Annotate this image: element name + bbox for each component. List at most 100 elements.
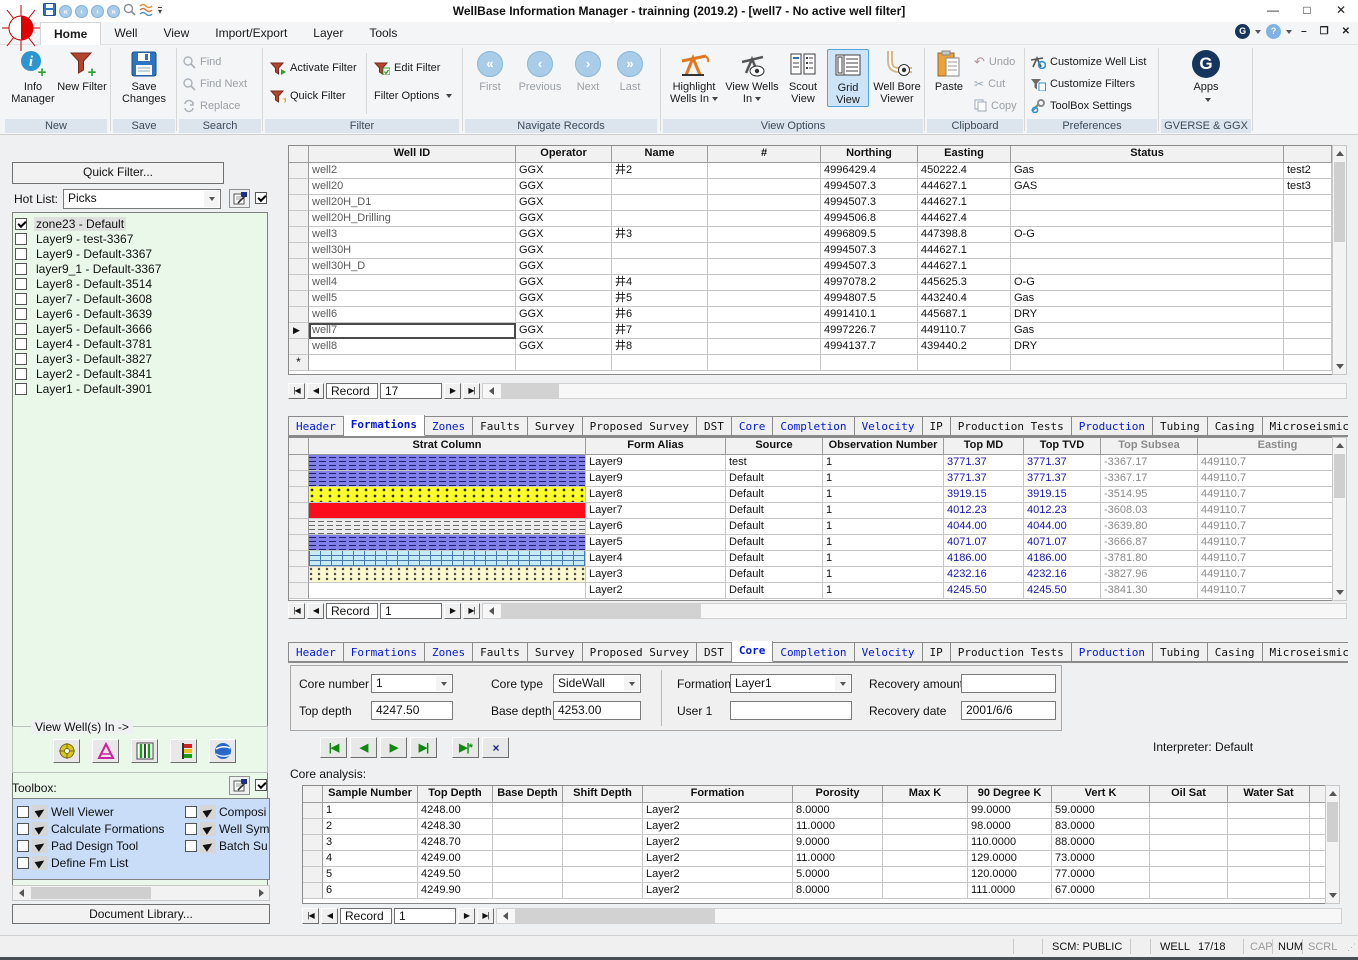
cell-form-alias[interactable]: Layer4 [586, 551, 726, 567]
cell-form-alias[interactable]: Layer8 [586, 487, 726, 503]
cell-water-sat[interactable] [1228, 851, 1310, 867]
cell-extra[interactable] [1284, 227, 1332, 243]
pick-checkbox[interactable] [15, 248, 27, 260]
cell-top-md[interactable]: 4232.16 [944, 567, 1024, 583]
cell-source[interactable]: Default [726, 503, 823, 519]
cell-top-tvd[interactable]: 4012.23 [1024, 503, 1101, 519]
strat-pattern-swatch[interactable] [309, 487, 586, 503]
user1-field[interactable] [730, 701, 852, 720]
cell-easting[interactable]: 444627.1 [918, 195, 1011, 211]
cell-well-id[interactable]: well30H [309, 243, 516, 259]
pick-checkbox[interactable] [15, 308, 27, 320]
next-button[interactable]: › Next [568, 49, 608, 93]
cell-extra[interactable] [1284, 259, 1332, 275]
cell-status[interactable]: GAS [1011, 179, 1284, 195]
cell-top-subsea[interactable]: -3666.87 [1101, 535, 1198, 551]
column-header-top-subsea[interactable]: Top Subsea [1101, 438, 1198, 455]
strat-pattern-swatch[interactable] [309, 503, 586, 519]
hot-list-checkbox[interactable] [255, 192, 267, 204]
cell-gas[interactable] [1310, 883, 1326, 899]
doc-restore-button[interactable]: ❐ [1316, 26, 1333, 37]
cell-extra[interactable] [1284, 339, 1332, 355]
cell-top-depth[interactable]: 4248.00 [418, 803, 493, 819]
cell-status[interactable]: DRY [1011, 339, 1284, 355]
column-header-oil-sat[interactable]: Oil Sat [1150, 786, 1228, 803]
tool-checkbox[interactable] [17, 823, 29, 835]
column-header-base-depth[interactable]: Base Depth [493, 786, 563, 803]
cell-top-md[interactable]: 4012.23 [944, 503, 1024, 519]
cell-max-k[interactable] [883, 803, 968, 819]
cell-easting[interactable]: 445687.1 [918, 307, 1011, 323]
cell-observation[interactable]: 1 [823, 519, 944, 535]
pick-item[interactable]: Layer2 - Default-3841 [15, 366, 265, 381]
cell-shift-depth[interactable] [563, 851, 643, 867]
cell-operator[interactable]: GGX [516, 275, 612, 291]
cell-top-subsea[interactable]: -3639.80 [1101, 519, 1198, 535]
cell-status[interactable]: Gas [1011, 291, 1284, 307]
record-prev-button[interactable]: ◀ [307, 383, 324, 399]
cell-top-depth[interactable]: 4249.90 [418, 883, 493, 899]
cell-base-depth[interactable] [493, 835, 563, 851]
gverse-badge-icon[interactable]: G [1235, 24, 1250, 39]
record-value[interactable]: 1 [394, 908, 456, 924]
row-selector[interactable] [289, 551, 309, 567]
column-header-northing[interactable]: Northing [821, 146, 918, 163]
well-hscrollbar[interactable] [482, 383, 1347, 399]
last-button[interactable]: » Last [610, 49, 650, 93]
column-header-shift-depth[interactable]: Shift Depth [563, 786, 643, 803]
pick-item[interactable]: Layer7 - Default-3608 [15, 291, 265, 306]
gverse-caret-icon[interactable] [1255, 30, 1261, 34]
recovery-date-field[interactable]: 2001/6/6 [961, 701, 1056, 720]
toolbox-hscrollbar[interactable] [12, 885, 270, 901]
core-analysis-row[interactable]: 3 4248.70 Layer2 9.0000 110.0000 88.0000 [303, 835, 1325, 851]
cell-vert-k[interactable]: 73.0000 [1052, 851, 1150, 867]
paste-button[interactable]: Paste [928, 49, 970, 93]
well-row[interactable]: well20H_D1 GGX 4994507.3 444627.1 [289, 195, 1332, 211]
column-header-c-formation[interactable]: Formation [643, 786, 793, 803]
cell-easting[interactable]: 444627.4 [918, 211, 1011, 227]
row-selector[interactable] [289, 471, 309, 487]
detail-tab[interactable]: Production Tests [951, 642, 1072, 662]
cell-vert-k[interactable]: 59.0000 [1052, 803, 1150, 819]
ribbon-tab[interactable]: Layer [300, 22, 356, 45]
cell-name[interactable] [612, 259, 708, 275]
pick-checkbox[interactable] [15, 263, 27, 275]
cell-northing[interactable]: 4994807.5 [821, 291, 918, 307]
cell-base-depth[interactable] [493, 819, 563, 835]
cell-90k[interactable]: 129.0000 [968, 851, 1052, 867]
cell-name[interactable]: 井2 [612, 163, 708, 179]
cell-water-sat[interactable] [1228, 883, 1310, 899]
activate-filter-button[interactable]: Activate Filter [270, 59, 357, 76]
detail-tab[interactable]: Production [1072, 416, 1153, 436]
pick-checkbox[interactable] [15, 338, 27, 350]
record-first-button[interactable]: |◀ [302, 908, 319, 924]
record-next-button[interactable]: ▶ [444, 383, 461, 399]
detail-tab[interactable]: Production Tests [951, 416, 1072, 436]
core-new-button[interactable]: ▶|* [452, 737, 479, 758]
pick-item[interactable]: Layer5 - Default-3666 [15, 321, 265, 336]
core-number-dropdown[interactable]: 1 [371, 674, 453, 693]
toolbox-item[interactable]: Well Sym [185, 820, 269, 837]
cut-button[interactable]: ✂ Cut [974, 75, 1005, 92]
cell-name[interactable] [612, 195, 708, 211]
row-selector[interactable] [303, 835, 323, 851]
formation-row[interactable]: Layer2 Default 1 4245.50 4245.50 -3841.3… [289, 583, 1332, 599]
cell-top-md[interactable]: 3771.37 [944, 471, 1024, 487]
cell-easting[interactable]: 443240.4 [918, 291, 1011, 307]
strat-pattern-swatch[interactable] [309, 471, 586, 487]
cell-top-md[interactable]: 4071.07 [944, 535, 1024, 551]
row-selector[interactable] [289, 163, 309, 179]
detail-tab[interactable]: Velocity [855, 416, 923, 436]
tool-checkbox[interactable] [17, 840, 29, 852]
column-header-name[interactable]: Name [612, 146, 708, 163]
detail-tab[interactable]: Microseismic [1263, 642, 1349, 662]
row-selector[interactable] [303, 803, 323, 819]
core-analysis-row[interactable]: 6 4249.90 Layer2 8.0000 111.0000 67.0000 [303, 883, 1325, 899]
pick-item[interactable]: Layer3 - Default-3827 [15, 351, 265, 366]
cell-observation[interactable]: 1 [823, 503, 944, 519]
cell-status[interactable] [1011, 259, 1284, 275]
column-header-gas[interactable]: Ga [1310, 786, 1326, 803]
cell-extra[interactable]: test2 [1284, 163, 1332, 179]
record-last-button[interactable]: ▶| [463, 383, 480, 399]
minimize-button[interactable]: — [1256, 0, 1290, 22]
